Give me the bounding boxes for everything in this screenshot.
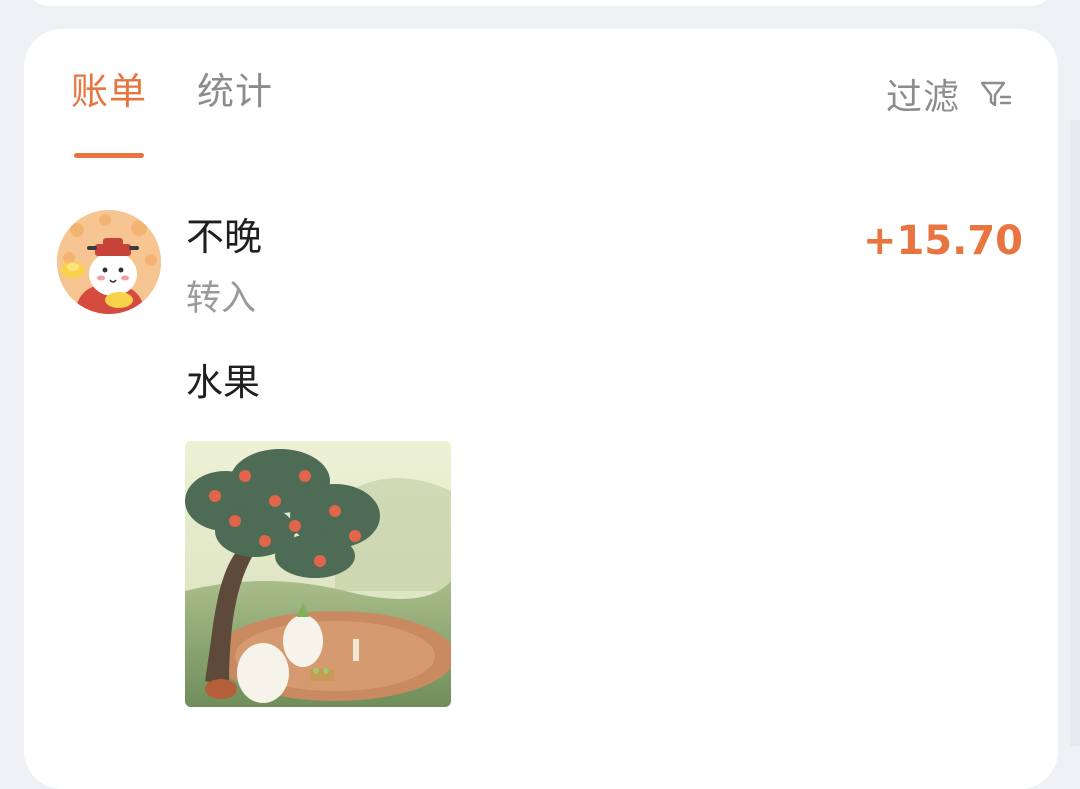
tab-stats[interactable]: 统计 [197,64,273,120]
transaction-amount: +15.70 [862,218,1023,264]
bill-card [24,29,1058,789]
filter-icon [980,81,1012,107]
transaction-type: 转入 [186,279,257,319]
avatar[interactable] [57,210,161,314]
filter-button[interactable]: 过滤 [886,66,1014,122]
scroll-edge [1070,120,1080,746]
cartoon-avatar-icon [57,210,161,314]
tab-bills[interactable]: 账单 [71,64,147,120]
transaction-note: 水果 [186,361,260,404]
active-tab-indicator [74,153,144,158]
previous-card [24,0,1056,6]
attached-photo[interactable] [185,441,451,707]
fruit-tree-illustration-icon [185,441,451,707]
filter-label: 过滤 [886,77,961,118]
transaction-name: 不晚 [186,215,263,259]
